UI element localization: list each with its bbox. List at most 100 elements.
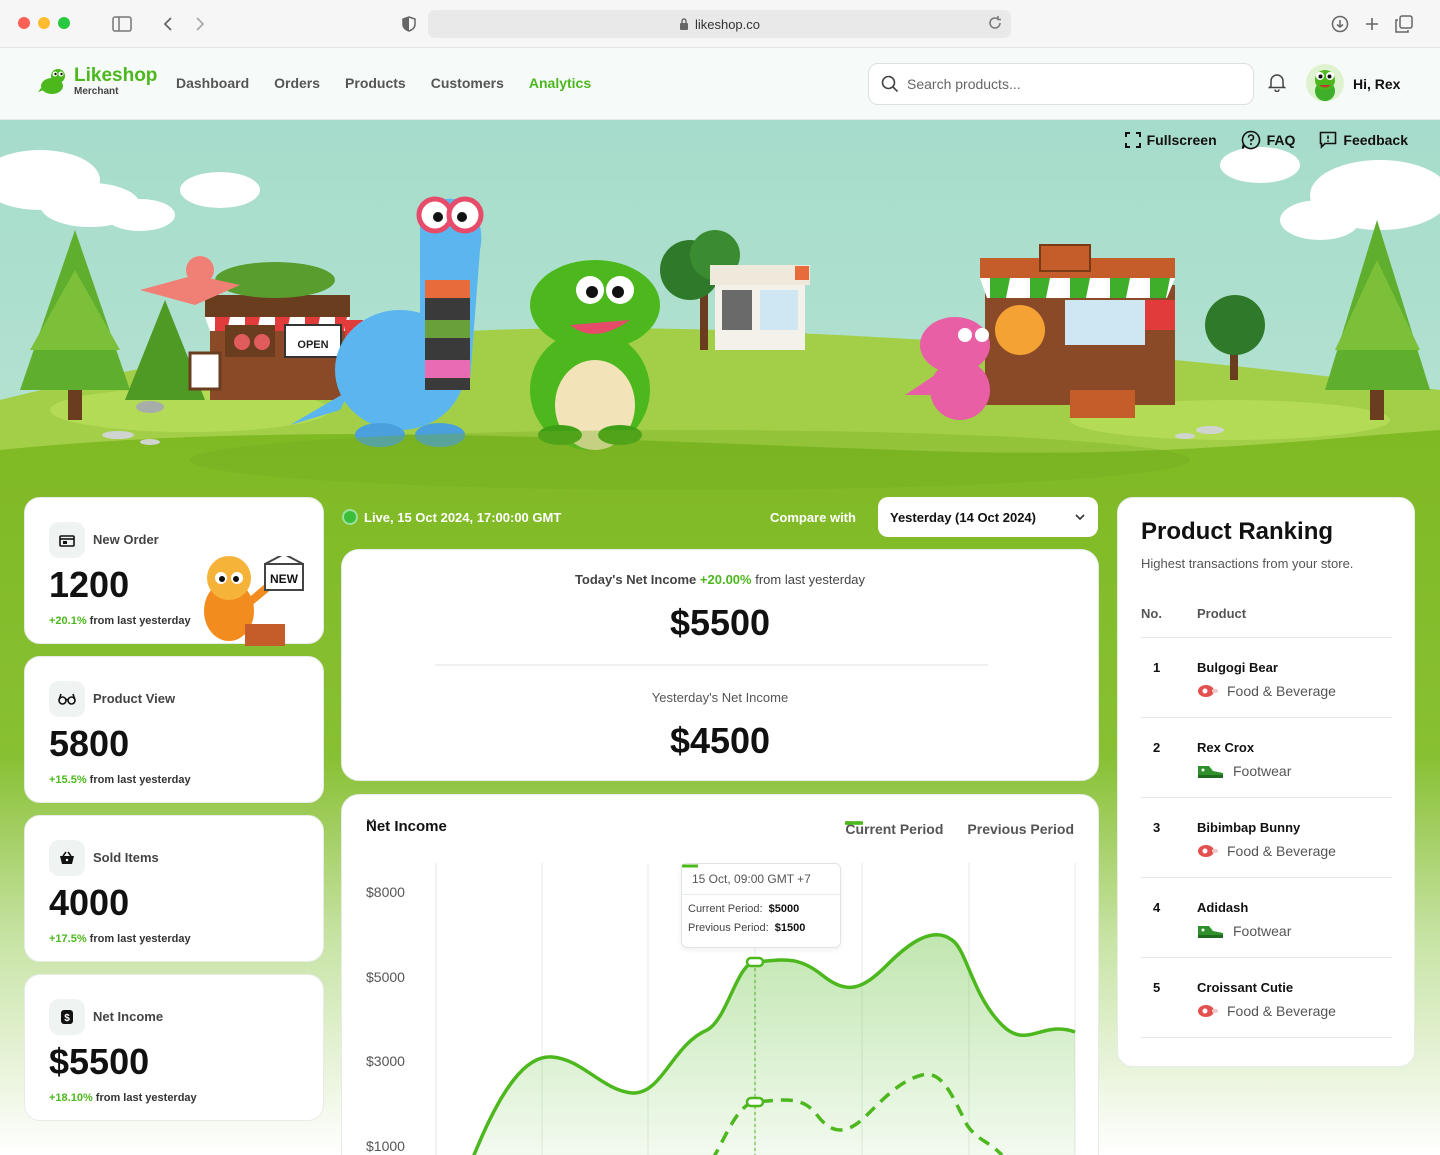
maximize-window-button[interactable] [58,17,70,29]
close-window-button[interactable] [18,17,30,29]
tabs-overview-icon[interactable] [1392,12,1416,36]
dollar-icon: $ [49,999,85,1035]
minimize-window-button[interactable] [38,17,50,29]
ranking-subtitle: Highest transactions from your store. [1141,556,1354,571]
y-tick-8000: $8000 [366,884,405,900]
feedback-button[interactable]: Feedback [1319,130,1408,150]
stat-value: 5800 [49,723,130,764]
chart-tooltip: 15 Oct, 09:00 GMT +7 Current Period: $500… [681,863,841,948]
product-ranking-card: Product Ranking Highest transactions fro… [1117,497,1415,1067]
net-income-chart-card: $8000 $5000 $3000 $1000 Net Income Curre… [341,794,1099,1155]
current-period-area [474,934,1075,1155]
stat-value: 4000 [49,882,130,923]
ranking-row[interactable]: 2 Rex Crox Footwear [1141,718,1392,798]
stat-card-net-income: $ Net Income $5500 +18.10% from last yes… [24,974,324,1121]
search-box[interactable] [868,63,1254,105]
bell-icon[interactable] [1267,72,1287,97]
chart-legend: Current Period Previous Period [845,821,1074,837]
ranking-row[interactable]: 1 Bulgogi Bear Food & Beverage [1141,638,1392,718]
live-indicator-icon [342,509,358,525]
stat-change: +15.5% from last yesterday [49,774,191,786]
likeshop-logo[interactable]: Likeshop Merchant [38,66,157,97]
search-icon [881,75,899,93]
tooltip-current-row: Current Period: $5000 [682,864,800,915]
browser-chrome: likeshop.co [0,0,1440,48]
col-product: Product [1197,606,1247,621]
url-text: likeshop.co [694,16,761,32]
stat-card-new-order: New Order 1200 +20.1% from last yesterda… [24,497,324,646]
stat-label: New Order [93,532,159,547]
stat-label: Sold Items [93,850,159,865]
glasses-icon [49,681,85,717]
stat-change: +18.10% from last yesterday [49,1092,197,1104]
stat-value: 1200 [49,564,130,605]
ranking-row[interactable]: 5 Croissant Cutie Food & Beverage [1141,958,1392,1038]
stat-card-product-view: Product View 5800 +15.5% from last yeste… [24,656,324,803]
meat-icon [1198,845,1218,857]
legend-previous[interactable]: Previous Period [845,821,1074,837]
stat-change: +20.1% from last yesterday [49,615,191,627]
ranking-row[interactable]: 3 Bibimbap Bunny Food & Beverage [1141,798,1392,878]
chart-title: Net Income [366,818,447,835]
yesterday-income-value: $4500 [669,720,771,761]
fullscreen-button[interactable]: Fullscreen [1124,130,1217,150]
net-income-summary-card: Today's Net Income +20.00% from last yes… [341,549,1099,781]
compare-value: Yesterday (14 Oct 2024) [890,509,1036,525]
address-bar[interactable]: likeshop.co [428,10,1011,38]
yesterday-income-caption: Yesterday's Net Income [651,690,789,705]
tooltip-title: 15 Oct, 09:00 GMT +7 [682,864,840,895]
faq-button[interactable]: FAQ [1241,130,1295,150]
search-input[interactable] [907,76,1253,92]
y-tick-3000: $3000 [366,1053,405,1069]
divider [435,664,988,666]
stat-value: $5500 [49,1041,150,1082]
today-income-value: $5500 [669,602,771,643]
nav-products[interactable]: Products [345,75,406,91]
chevron-down-icon [366,818,376,825]
y-tick-5000: $5000 [366,969,405,985]
bakery-shop [980,244,1175,418]
chevron-down-icon [1075,514,1085,521]
back-icon[interactable] [156,12,180,36]
nav-orders[interactable]: Orders [274,75,320,91]
ranking-title: Product Ranking [1141,518,1334,545]
feedback-icon [1320,131,1337,149]
live-status: Live, 15 Oct 2024, 17:00:00 GMT [342,509,561,525]
shoe-icon [1198,766,1223,778]
shoe-icon [1198,926,1223,938]
tooltip-previous-row: Previous Period: $1500 [682,864,806,934]
stat-label: Net Income [93,1009,164,1024]
ranking-row[interactable]: 4 Adidash Footwear [1141,878,1392,958]
main-nav: Dashboard Orders Products Customers Anal… [176,75,591,91]
feedback-label: Feedback [1343,132,1408,148]
shop-open-sign: OPEN [297,339,328,351]
chart-period-dropdown[interactable]: Net Income [366,818,447,835]
new-tab-icon[interactable] [1360,12,1384,36]
today-income-caption: Today's Net Income +20.00% from last yes… [574,572,866,587]
meat-icon [1198,1005,1218,1017]
avatar[interactable] [1306,64,1344,102]
previous-hover-marker [745,1096,765,1108]
stat-label: Product View [93,691,176,706]
nav-analytics[interactable]: Analytics [529,75,591,91]
stat-change: +17.5% from last yesterday [49,933,191,945]
brand-name: Likeshop [74,65,158,86]
download-icon[interactable] [1328,12,1352,36]
meat-icon [1198,685,1218,697]
current-hover-marker [745,956,765,968]
reload-icon[interactable] [987,15,1003,31]
greeting: Hi, Rex [1353,76,1401,92]
forward-icon[interactable] [188,12,212,36]
nav-customers[interactable]: Customers [431,75,504,91]
hero-banner: OPEN Fullscreen FAQ Feedback New Order 1… [0,120,1440,1155]
fullscreen-icon [1124,132,1141,148]
receipt-icon [49,522,85,558]
dino-logo-icon [38,68,65,94]
compare-dropdown[interactable]: Yesterday (14 Oct 2024) [878,497,1098,537]
sidebar-toggle-icon[interactable] [110,12,134,36]
shield-icon[interactable] [397,12,421,36]
ranking-header: No. Product [1141,606,1392,638]
app-header: Likeshop Merchant Dashboard Orders Produ… [0,48,1440,120]
nav-dashboard[interactable]: Dashboard [176,75,249,91]
new-badge: NEW [270,572,299,586]
